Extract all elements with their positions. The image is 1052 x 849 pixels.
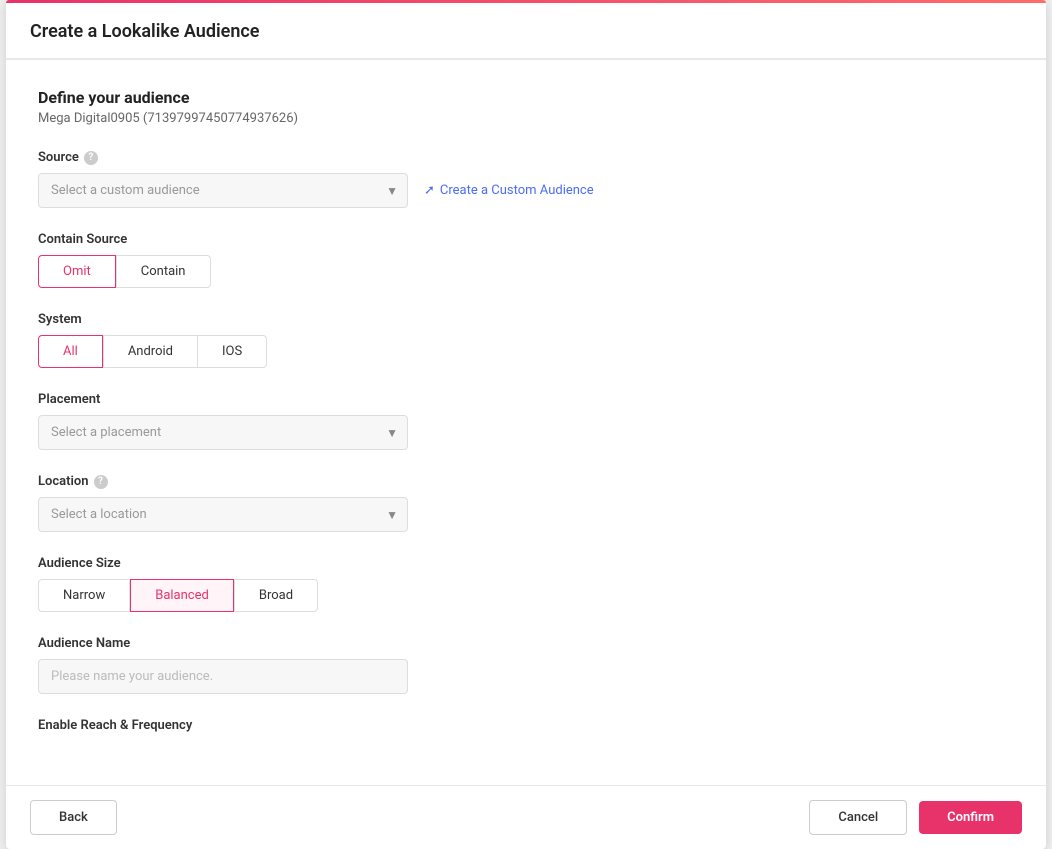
modal-header: Create a Lookalike Audience [6, 3, 1046, 60]
modal-body: Define your audience Mega Digital0905 (7… [6, 60, 1046, 785]
source-label: Source ? [38, 150, 1014, 165]
location-field-group: Location ? Select a location ▼ [38, 474, 1014, 532]
source-row: Select a custom audience ▼ ➚ Create a Cu… [38, 173, 1014, 208]
back-button[interactable]: Back [30, 800, 117, 835]
placement-field-group: Placement Select a placement ▼ [38, 392, 1014, 450]
omit-button[interactable]: Omit [38, 255, 116, 288]
source-select-wrapper: Select a custom audience ▼ [38, 173, 408, 208]
balanced-button[interactable]: Balanced [130, 579, 234, 612]
section-header-group: Define your audience Mega Digital0905 (7… [38, 88, 1014, 126]
source-select[interactable]: Select a custom audience [38, 173, 408, 208]
enable-rf-field-group: Enable Reach & Frequency [38, 718, 1014, 733]
system-label: System [38, 312, 1014, 327]
modal-footer: Back Cancel Confirm [6, 785, 1046, 849]
audience-size-button-group: Narrow Balanced Broad [38, 579, 1014, 612]
android-button[interactable]: Android [103, 335, 198, 368]
enable-rf-label: Enable Reach & Frequency [38, 718, 1014, 733]
footer-right: Cancel Confirm [809, 800, 1022, 835]
cancel-button[interactable]: Cancel [809, 800, 907, 835]
create-custom-audience-link[interactable]: ➚ Create a Custom Audience [424, 183, 594, 198]
contain-source-field-group: Contain Source Omit Contain [38, 232, 1014, 288]
audience-name-input[interactable] [38, 659, 408, 694]
all-button[interactable]: All [38, 335, 103, 368]
audience-size-field-group: Audience Size Narrow Balanced Broad [38, 556, 1014, 612]
location-select-wrapper: Select a location ▼ [38, 497, 408, 532]
ios-button[interactable]: IOS [198, 335, 267, 368]
system-field-group: System All Android IOS [38, 312, 1014, 368]
broad-button[interactable]: Broad [234, 579, 318, 612]
audience-size-label: Audience Size [38, 556, 1014, 571]
section-title: Define your audience [38, 88, 1014, 107]
source-field-group: Source ? Select a custom audience ▼ ➚ Cr… [38, 150, 1014, 208]
footer-left: Back [30, 800, 117, 835]
source-help-icon[interactable]: ? [84, 151, 98, 165]
narrow-button[interactable]: Narrow [38, 579, 130, 612]
system-button-group: All Android IOS [38, 335, 1014, 368]
audience-name-label: Audience Name [38, 636, 1014, 651]
contain-button[interactable]: Contain [116, 255, 211, 288]
modal-title: Create a Lookalike Audience [30, 21, 259, 42]
placement-select[interactable]: Select a placement [38, 415, 408, 450]
audience-name-field-group: Audience Name [38, 636, 1014, 694]
contain-source-label: Contain Source [38, 232, 1014, 247]
external-link-icon: ➚ [424, 183, 435, 198]
placement-label: Placement [38, 392, 1014, 407]
contain-source-button-group: Omit Contain [38, 255, 1014, 288]
modal-container: Create a Lookalike Audience Define your … [6, 0, 1046, 849]
location-label: Location ? [38, 474, 1014, 489]
confirm-button[interactable]: Confirm [919, 801, 1022, 834]
placement-select-wrapper: Select a placement ▼ [38, 415, 408, 450]
location-help-icon[interactable]: ? [94, 475, 108, 489]
location-select[interactable]: Select a location [38, 497, 408, 532]
section-subtitle: Mega Digital0905 (71397997450774937626) [38, 111, 1014, 126]
